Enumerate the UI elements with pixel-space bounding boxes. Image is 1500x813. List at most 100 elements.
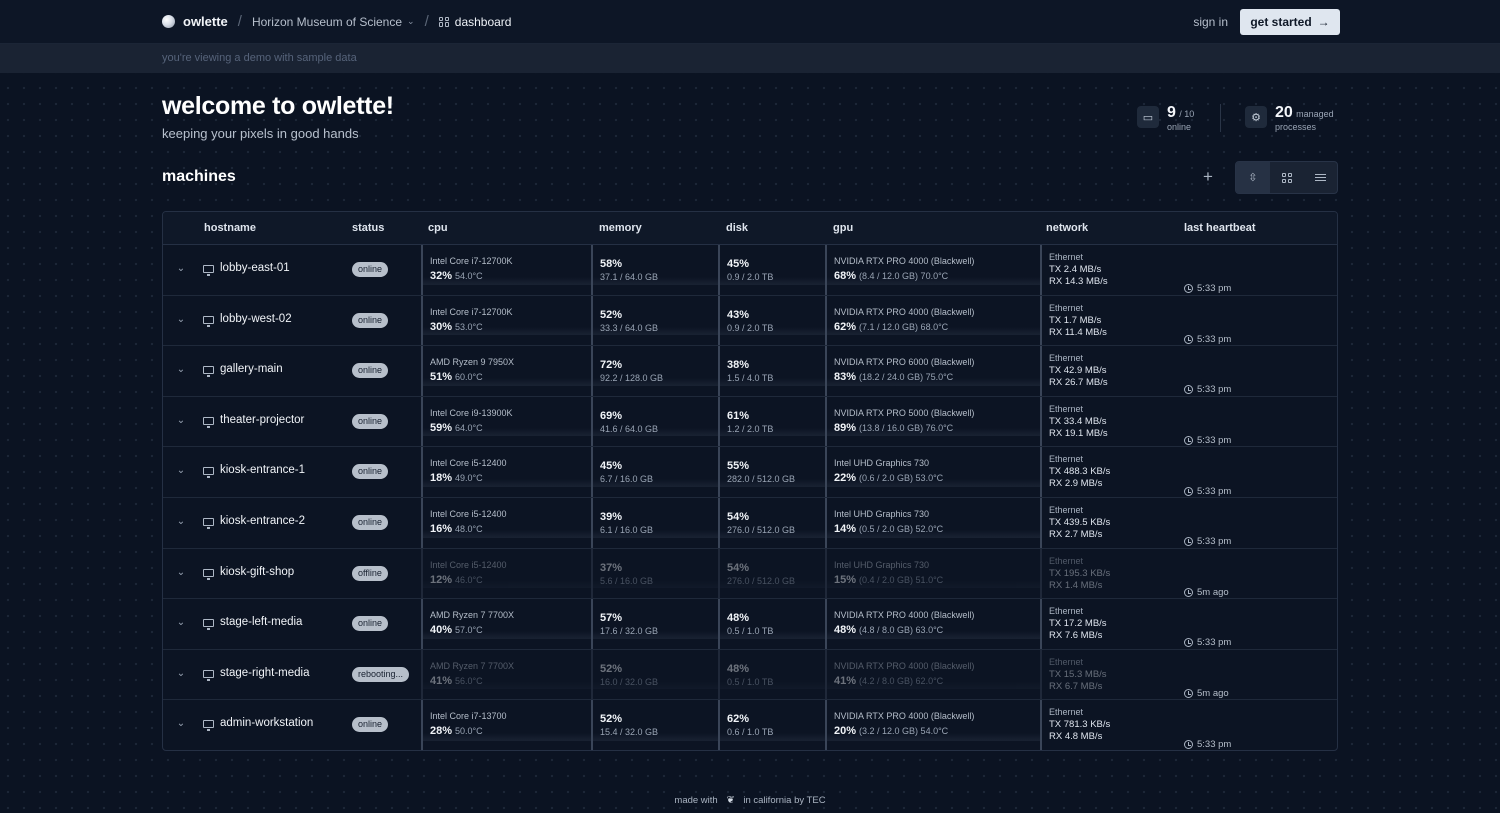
gpu-cell: NVIDIA RTX PRO 4000 (Blackwell) 62% (7.1 … <box>825 295 1040 346</box>
footer: made with ❦ in california by TEC <box>0 795 1500 806</box>
cpu-percent: 59% <box>430 421 453 434</box>
processes-count: 20 <box>1275 104 1293 121</box>
expand-row-chevron-icon[interactable]: ⌄ <box>173 617 189 631</box>
disk-cell: 48% 0.5 / 1.0 TB <box>718 649 825 700</box>
column-header-hostname[interactable]: hostname <box>204 222 256 234</box>
memory-percent: 39% <box>600 511 623 523</box>
brand-name[interactable]: owlette <box>183 14 228 29</box>
disk-detail: 1.2 / 2.0 TB <box>727 423 774 434</box>
expand-row-chevron-icon[interactable]: ⌄ <box>173 718 189 732</box>
gpu-detail: (0.5 / 2.0 GB) 52.0°C <box>859 524 944 534</box>
gpu-model: Intel UHD Graphics 730 <box>834 559 930 570</box>
expand-row-chevron-icon[interactable]: ⌄ <box>173 364 189 378</box>
add-machine-button[interactable]: + <box>1203 167 1213 187</box>
table-row[interactable]: ⌄ theater-projector online Intel Core i9… <box>163 396 1337 448</box>
owlette-logo-icon[interactable] <box>162 15 175 28</box>
network-type: Ethernet <box>1049 302 1084 313</box>
managed-processes-stat: ⚙ 20 managed processes <box>1245 104 1334 132</box>
gpu-model: Intel UHD Graphics 730 <box>834 509 930 519</box>
network-rx: RX 1.4 MB/s <box>1049 579 1103 591</box>
table-row[interactable]: ⌄ lobby-east-01 online Intel Core i7-127… <box>163 245 1337 296</box>
column-header-memory[interactable]: memory <box>599 222 642 234</box>
network-tx: TX 781.3 KB/s <box>1049 719 1111 731</box>
list-view-button[interactable] <box>1303 162 1337 193</box>
cpu-percent: 12% <box>430 573 453 586</box>
column-header-last-heartbeat[interactable]: last heartbeat <box>1184 222 1256 234</box>
column-header-status[interactable]: status <box>352 222 384 234</box>
gpu-model: NVIDIA RTX PRO 4000 (Blackwell) <box>834 256 975 266</box>
cpu-percent: 40% <box>430 624 453 637</box>
table-row[interactable]: ⌄ stage-right-media rebooting... AMD Ryz… <box>163 649 1337 701</box>
disk-detail: 0.5 / 1.0 TB <box>727 626 774 637</box>
column-header-disk[interactable]: disk <box>726 222 748 234</box>
cpu-percent: 18% <box>430 472 453 485</box>
hostname[interactable]: admin-workstation <box>220 717 313 750</box>
table-row[interactable]: ⌄ kiosk-entrance-2 online Intel Core i5-… <box>163 498 1337 549</box>
network-type: Ethernet <box>1049 454 1084 465</box>
breadcrumb-dashboard[interactable]: dashboard <box>438 15 511 29</box>
gpu-detail: (13.8 / 16.0 GB) 76.0°C <box>859 422 954 433</box>
grid-view-button[interactable] <box>1270 162 1304 193</box>
sign-in-link[interactable]: sign in <box>1193 15 1228 29</box>
column-header-gpu[interactable]: gpu <box>833 222 853 234</box>
machines-table: hostname status cpu memory disk gpu netw… <box>162 211 1338 751</box>
gpu-cell: NVIDIA RTX PRO 6000 (Blackwell) 83% (18.2… <box>825 346 1040 396</box>
memory-percent: 57% <box>600 612 623 625</box>
expand-row-chevron-icon[interactable]: ⌄ <box>173 263 189 277</box>
disk-percent: 38% <box>727 359 750 372</box>
leaf-icon: ❦ <box>726 795 735 806</box>
heartbeat-time: 5:33 pm <box>1197 283 1232 295</box>
disk-cell: 54% 276.0 / 512.0 GB <box>718 548 825 599</box>
table-row[interactable]: ⌄ admin-workstation online Intel Core i7… <box>163 700 1337 751</box>
cpu-usage-line: 28% 50.0°C <box>430 725 483 737</box>
network-rx: RX 4.8 MB/s <box>1049 731 1103 743</box>
org-switcher[interactable]: Horizon Museum of Science ⌄ <box>252 15 415 29</box>
expand-row-chevron-icon[interactable]: ⌄ <box>173 415 189 429</box>
memory-cell: 57% 17.6 / 32.0 GB <box>591 599 718 649</box>
gpu-usage-line: 48% (4.8 / 8.0 GB) 63.0°C <box>834 624 943 636</box>
table-row[interactable]: ⌄ kiosk-gift-shop offline Intel Core i5-… <box>163 548 1337 600</box>
get-started-label: get started <box>1250 14 1312 29</box>
monitor-icon <box>203 315 214 327</box>
disk-cell: 45% 0.9 / 2.0 TB <box>718 245 825 295</box>
network-rx: RX 2.7 MB/s <box>1049 529 1103 540</box>
column-header-cpu[interactable]: cpu <box>428 222 448 234</box>
cpu-model: Intel Core i5-12400 <box>430 509 507 519</box>
disk-percent: 54% <box>727 561 750 574</box>
column-header-network[interactable]: network <box>1046 222 1088 234</box>
disk-cell: 55% 282.0 / 512.0 GB <box>718 447 825 497</box>
top-navigation-bar: owlette / Horizon Museum of Science ⌄ / … <box>0 0 1500 44</box>
memory-percent: 52% <box>600 713 623 726</box>
breadcrumb-separator: / <box>237 13 242 30</box>
auth-actions: sign in get started → <box>1193 8 1340 35</box>
table-row[interactable]: ⌄ kiosk-entrance-1 online Intel Core i5-… <box>163 447 1337 498</box>
expand-row-chevron-icon[interactable]: ⌄ <box>173 516 189 530</box>
processes-label-managed: managed <box>1296 109 1334 119</box>
disk-percent: 62% <box>727 713 750 726</box>
cpu-cell: AMD Ryzen 9 7950X 51% 60.0°C <box>421 346 591 396</box>
sort-toggle-button[interactable]: ⇳ <box>1236 162 1270 193</box>
memory-cell: 69% 41.6 / 64.0 GB <box>591 396 718 447</box>
expand-row-chevron-icon[interactable]: ⌄ <box>173 465 189 479</box>
get-started-button[interactable]: get started → <box>1240 8 1340 35</box>
cpu-usage-line: 59% 64.0°C <box>430 422 483 434</box>
clock-icon <box>1184 486 1193 496</box>
table-row[interactable]: ⌄ lobby-west-02 online Intel Core i7-127… <box>163 295 1337 347</box>
memory-detail: 41.6 / 64.0 GB <box>600 423 659 434</box>
chevron-up-down-icon: ⇳ <box>1248 172 1258 184</box>
network-tx: TX 33.4 MB/s <box>1049 415 1107 427</box>
heartbeat-time: 5:33 pm <box>1197 739 1232 751</box>
table-row[interactable]: ⌄ gallery-main online AMD Ryzen 9 7950X … <box>163 346 1337 397</box>
memory-percent: 69% <box>600 409 623 422</box>
cpu-temp: 48.0°C <box>455 524 483 534</box>
expand-row-chevron-icon[interactable]: ⌄ <box>173 668 189 682</box>
memory-detail: 6.7 / 16.0 GB <box>600 474 654 485</box>
expand-row-chevron-icon[interactable]: ⌄ <box>173 314 189 328</box>
gpu-cell: NVIDIA RTX PRO 5000 (Blackwell) 89% (13.8… <box>825 396 1040 447</box>
table-row[interactable]: ⌄ stage-left-media online AMD Ryzen 7 77… <box>163 599 1337 650</box>
cpu-cell: Intel Core i7-13700 28% 50.0°C <box>421 700 591 750</box>
expand-row-chevron-icon[interactable]: ⌄ <box>173 567 189 581</box>
cpu-model: AMD Ryzen 9 7950X <box>430 357 515 368</box>
cpu-percent: 30% <box>430 320 453 333</box>
cpu-percent: 41% <box>430 674 453 687</box>
